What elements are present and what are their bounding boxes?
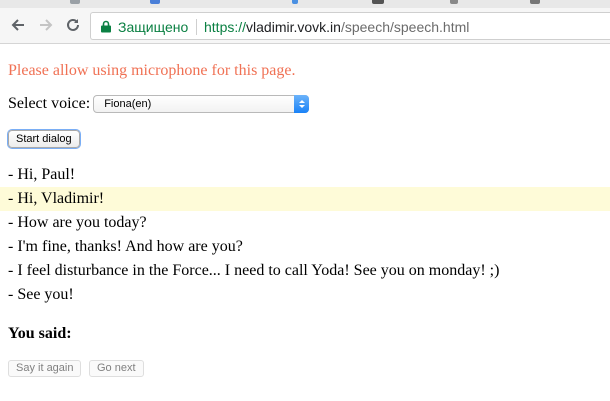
tab-stub[interactable] [372,0,384,4]
dialog-line: - Hi, Paul! [8,166,76,183]
start-dialog-button[interactable]: Start dialog [8,130,80,148]
voice-select[interactable]: Fiona(en) [93,95,310,113]
tab-stub[interactable] [70,0,80,4]
security-label[interactable]: Защищено [118,18,188,36]
reload-icon [67,18,79,31]
say-it-again-button[interactable]: Say it again [8,360,82,377]
microphone-warning: Please allow using microphone for this p… [8,62,296,79]
back-button[interactable] [7,14,29,36]
dialog-line-current: - Hi, Vladimir! [0,187,610,211]
url-host: vladimir.vovk.in [246,19,341,35]
arrow-left-icon [11,19,24,31]
dialog-lines: - Hi, Paul! - Hi, Vladimir! - How are yo… [0,163,610,307]
dialog-line: - See you! [8,286,74,303]
select-arrows-icon [294,95,310,113]
tab-stub[interactable] [450,0,458,4]
omnibox-divider [196,19,197,35]
dialog-line: - I'm fine, thanks! And how are you? [8,238,243,255]
dialog-line: - How are you today? [8,214,147,231]
url-scheme: https:// [204,19,247,35]
url-path: /speech/speech.html [340,19,470,35]
tab-stub[interactable] [530,0,540,4]
voice-label: Select voice: [8,95,91,112]
dialog-line: - I feel disturbance in the Force... I n… [8,262,500,279]
reload-button[interactable] [62,14,84,36]
you-said-heading: You said: [8,325,72,342]
lock-icon [101,20,111,33]
voice-select-value: Fiona(en) [104,98,152,110]
forward-button[interactable] [35,14,57,36]
tab-stub[interactable] [292,0,298,4]
go-next-button[interactable]: Go next [89,360,144,377]
arrow-right-icon [40,19,53,31]
address-bar[interactable]: Защищено https://vladimir.vovk.in/speech… [90,12,610,40]
voice-selector-row: Select voice: Fiona(en) [8,95,310,113]
tab-strip [0,0,610,8]
tab-stub[interactable] [150,0,160,4]
browser-toolbar: Защищено https://vladimir.vovk.in/speech… [0,8,610,44]
url-text[interactable]: https://vladimir.vovk.in/speech/speech.h… [204,18,469,36]
